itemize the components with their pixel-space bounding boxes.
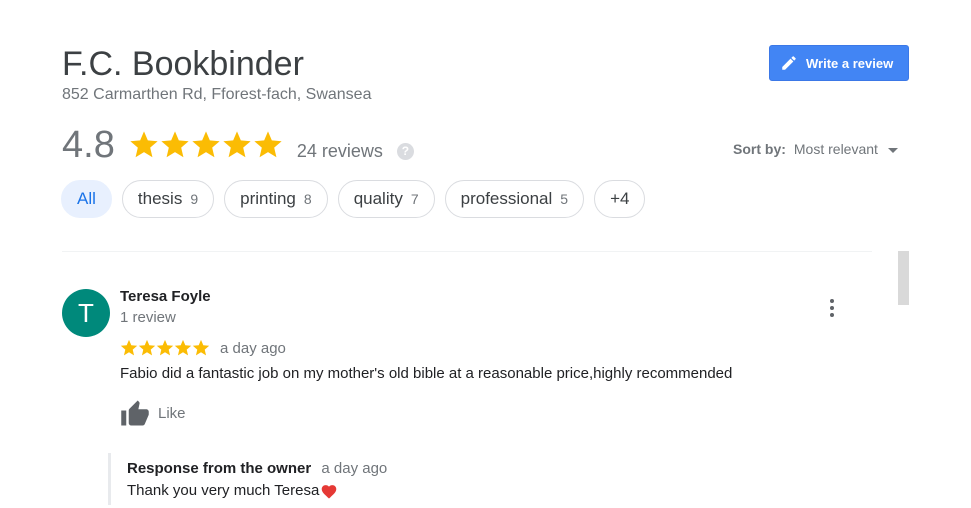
owner-response: Response from the owner a day ago Thank … xyxy=(108,453,608,505)
star-icon xyxy=(120,339,138,356)
owner-response-text: Thank you very much Teresa xyxy=(127,482,320,499)
review-date: a day ago xyxy=(220,339,286,357)
chip-count: 9 xyxy=(190,191,199,207)
star-icon xyxy=(192,339,210,356)
chip-label: thesis xyxy=(137,189,183,208)
more-options-icon[interactable] xyxy=(822,296,842,320)
red-heart-icon xyxy=(320,483,338,499)
chip-label: quality xyxy=(353,189,403,208)
chip-count: 8 xyxy=(303,191,312,207)
star-icon xyxy=(138,339,156,356)
divider xyxy=(62,251,872,252)
reviewer-name[interactable]: Teresa Foyle xyxy=(120,288,211,305)
star-icon xyxy=(223,131,251,158)
chip-count: 7 xyxy=(410,191,419,207)
like-button[interactable]: Like xyxy=(120,399,186,427)
business-address: 852 Carmarthen Rd, Fforest-fach, Swansea xyxy=(62,86,372,103)
review-count[interactable]: 24 reviews xyxy=(297,141,383,162)
chip-count: 5 xyxy=(560,191,569,207)
write-review-label: Write a review xyxy=(806,55,894,71)
chip-label: +4 xyxy=(610,189,630,208)
owner-response-title: Response from the owner xyxy=(127,460,312,477)
help-icon[interactable]: ? xyxy=(396,142,414,160)
chip-label: printing xyxy=(240,189,296,208)
pencil-icon xyxy=(780,54,798,72)
average-rating: 4.8 xyxy=(62,124,115,166)
sort-value: Most relevant xyxy=(793,141,878,157)
review-stars xyxy=(120,339,210,357)
chip-thesis[interactable]: thesis 9 xyxy=(121,180,215,218)
scrollbar-thumb[interactable] xyxy=(898,251,909,305)
star-icon xyxy=(130,131,158,158)
caret-down-icon xyxy=(887,147,898,153)
business-name: F.C. Bookbinder xyxy=(62,45,304,83)
avatar[interactable]: T xyxy=(62,289,110,337)
chip-professional[interactable]: professional 5 xyxy=(444,180,585,218)
star-icon xyxy=(174,339,192,356)
sort-label: Sort by: xyxy=(733,141,786,157)
reviewer-review-count: 1 review xyxy=(120,309,176,326)
owner-response-date: a day ago xyxy=(321,460,388,477)
rating-stars xyxy=(129,130,283,160)
star-icon xyxy=(161,131,189,158)
reviews-panel: F.C. Bookbinder 852 Carmarthen Rd, Ffore… xyxy=(0,0,971,508)
star-icon xyxy=(192,131,220,158)
chip-label: professional xyxy=(460,189,553,208)
thumbs-up-icon xyxy=(120,399,150,427)
chip-4[interactable]: +4 xyxy=(594,180,646,218)
sort-dropdown[interactable]: Sort by: Most relevant xyxy=(733,141,898,157)
write-review-button[interactable]: Write a review xyxy=(769,45,909,81)
rating-summary: 4.8 24 reviews ? xyxy=(62,122,414,168)
like-label: Like xyxy=(158,404,186,422)
topic-chips: All thesis 9 printing 8 quality 7 professional 5… xyxy=(61,180,646,218)
review-text: Fabio did a fantastic job on my mother's… xyxy=(120,365,733,382)
star-icon xyxy=(156,339,174,356)
chip-all[interactable]: All xyxy=(61,180,112,218)
chip-quality[interactable]: quality 7 xyxy=(337,180,435,218)
chip-printing[interactable]: printing 8 xyxy=(224,180,328,218)
star-icon xyxy=(254,131,282,158)
review-meta: a day ago xyxy=(120,339,286,357)
chip-label: All xyxy=(77,189,96,208)
